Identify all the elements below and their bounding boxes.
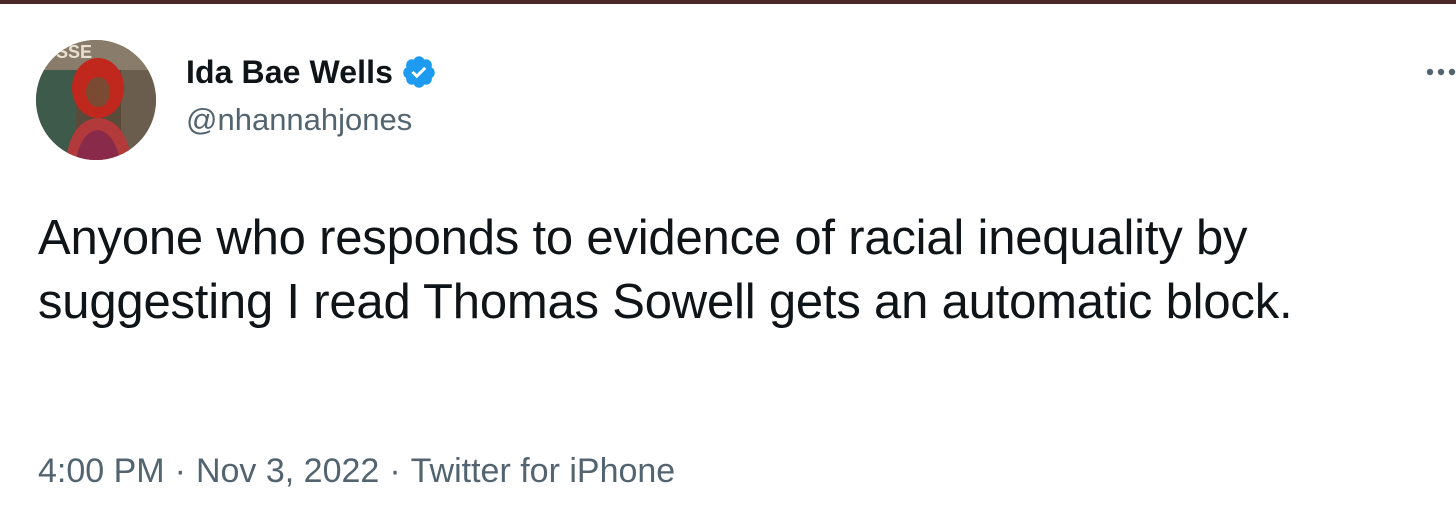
tweet-date[interactable]: Nov 3, 2022 <box>196 452 379 491</box>
tweet-text: Anyone who responds to evidence of racia… <box>38 211 1293 329</box>
tweet-time[interactable]: 4:00 PM <box>38 452 165 491</box>
tweet-source[interactable]: Twitter for iPhone <box>411 452 676 491</box>
avatar[interactable]: SSE <box>36 40 156 160</box>
name-row: Ida Bae Wells <box>186 52 437 92</box>
verified-badge-icon <box>401 54 437 90</box>
handle[interactable]: @nhannahjones <box>186 102 437 138</box>
author-block: Ida Bae Wells @nhannahjones <box>186 52 437 138</box>
separator: · <box>174 452 186 490</box>
display-name[interactable]: Ida Bae Wells <box>186 54 393 91</box>
tweet-metadata: 4:00 PM · Nov 3, 2022 · Twitter for iPho… <box>38 452 675 491</box>
tweet-card: SSE Ida Bae Wells @nhannahjones Anyone w… <box>0 0 1456 513</box>
svg-text:SSE: SSE <box>56 42 92 62</box>
separator: · <box>389 452 401 490</box>
top-border <box>0 0 1456 4</box>
ellipsis-icon[interactable] <box>1424 64 1456 80</box>
profile-photo-icon: SSE <box>36 40 156 160</box>
